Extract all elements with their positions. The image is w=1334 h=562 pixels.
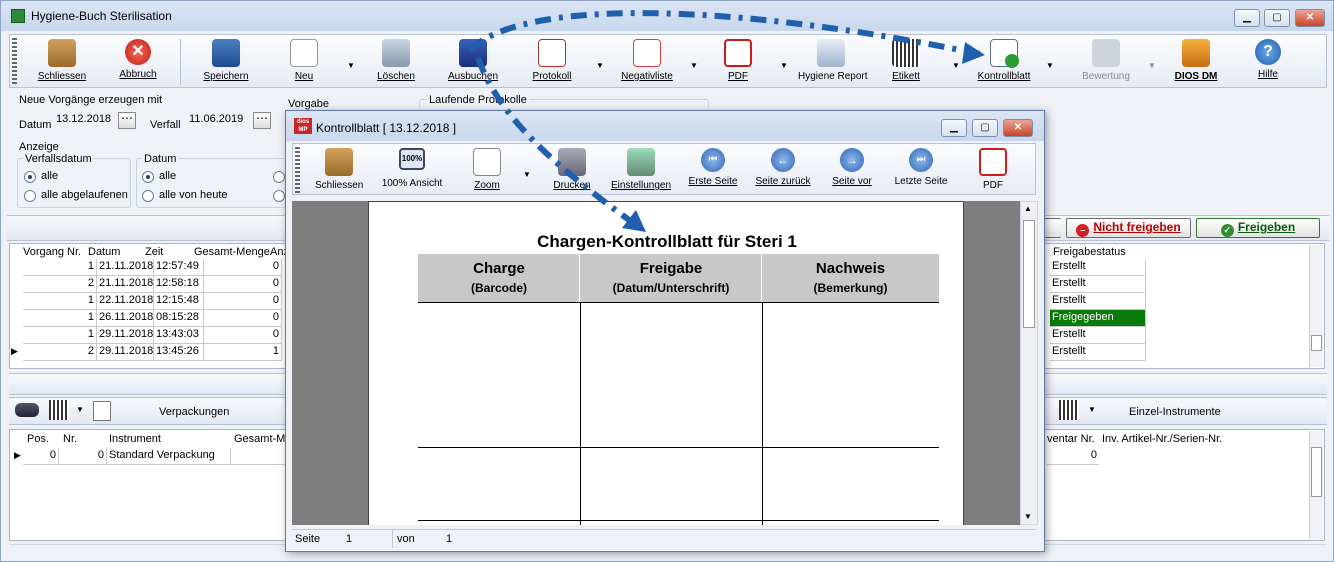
arrow-to-report bbox=[475, 56, 642, 231]
arrowhead-kontrollblatt bbox=[962, 42, 985, 64]
annotation-arrows bbox=[467, 10, 986, 232]
arrow-to-kontrollblatt bbox=[467, 10, 986, 58]
